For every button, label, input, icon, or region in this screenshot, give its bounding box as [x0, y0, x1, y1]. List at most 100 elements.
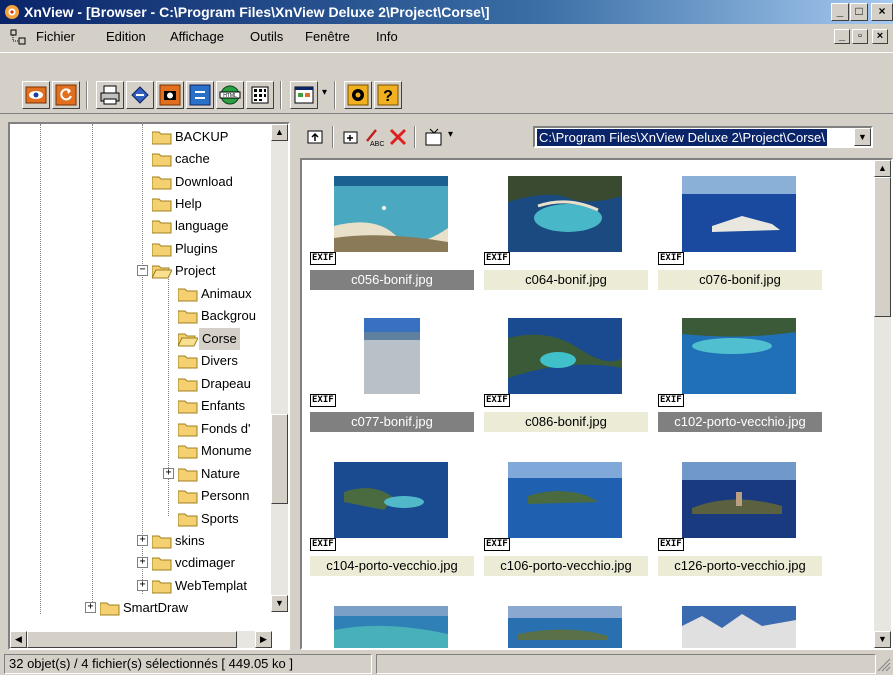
tree-expand-skins[interactable]: +	[137, 535, 148, 546]
menu-affichage[interactable]: Affichage	[170, 24, 224, 50]
folder-icon	[152, 243, 172, 257]
tree-guide	[92, 124, 93, 604]
thumbnail-filename: c086-bonif.jpg	[484, 412, 648, 432]
browser-child-icon[interactable]	[10, 29, 26, 45]
tree-collapse-project[interactable]: −	[137, 265, 148, 276]
tree-expand-vcdimager[interactable]: +	[137, 557, 148, 568]
select-dropdown-arrow[interactable]: ▾	[448, 129, 453, 140]
main-toolbar: HTML ▾ ?	[0, 52, 893, 114]
menu-edition[interactable]: Edition	[106, 24, 146, 50]
folder-icon	[178, 288, 198, 302]
tree-scroll-thumb[interactable]	[271, 414, 288, 504]
exif-badge: EXIF	[484, 538, 510, 551]
capture-button[interactable]	[156, 81, 184, 109]
child-restore-button[interactable]: ▫	[852, 29, 868, 44]
path-dropdown-arrow-icon[interactable]: ▼	[854, 128, 871, 146]
child-close-button[interactable]: ×	[872, 29, 888, 44]
thumbnail-view[interactable]: EXIF c056-bonif.jpg EXIF c064-bonif.jpg …	[300, 158, 893, 650]
thumbnail-filename: c102-porto-vecchio.jpg	[658, 412, 822, 432]
thumbnail-item[interactable]: EXIF c126-porto-vecchio.jpg	[658, 462, 826, 600]
title-bar: XnView - [Browser - C:\Program Files\XnV…	[0, 0, 893, 24]
thumbnail-item[interactable]: EXIF c064-bonif.jpg	[484, 176, 652, 314]
options-button[interactable]	[344, 81, 372, 109]
svg-text:?: ?	[383, 88, 393, 105]
folder-up-icon[interactable]	[306, 128, 324, 146]
thumbnail-filename: c056-bonif.jpg	[310, 270, 474, 290]
thumbnail-item[interactable]: EXIF c104-porto-vecchio.jpg	[310, 462, 478, 600]
tree-vertical-scrollbar[interactable]: ▲ ▼	[271, 124, 288, 612]
help-button[interactable]: ?	[374, 81, 402, 109]
contact-sheet-button[interactable]	[246, 81, 274, 109]
scroll-down-arrow-icon[interactable]: ▼	[874, 631, 891, 648]
menu-fichier[interactable]: Fichier	[36, 24, 75, 50]
slideshow-button[interactable]	[290, 81, 318, 109]
minimize-button[interactable]: _	[831, 3, 849, 21]
rename-icon[interactable]: ABC	[364, 127, 384, 147]
thumbnail-item[interactable]: EXIF c076-bonif.jpg	[658, 176, 826, 314]
refresh-button[interactable]	[52, 81, 80, 109]
tree-horizontal-scrollbar[interactable]: ◀ ▶	[10, 631, 272, 648]
thumbnail-item[interactable]: EXIF c102-porto-vecchio.jpg	[658, 318, 826, 456]
status-selection-info: 32 objet(s) / 4 fichier(s) sélectionnés …	[4, 654, 372, 674]
print-button[interactable]	[96, 81, 124, 109]
capture-icon	[159, 84, 181, 106]
folder-icon	[178, 310, 198, 324]
thumbnail-item[interactable]: EXIF c086-bonif.jpg	[484, 318, 652, 456]
folder-tree[interactable]: BACKUP cache Download Help language Plug…	[8, 122, 290, 650]
scroll-down-arrow-icon[interactable]: ▼	[271, 595, 288, 612]
thumbnail-filename: c076-bonif.jpg	[658, 270, 822, 290]
child-minimize-button[interactable]: _	[834, 29, 850, 44]
tree-expand-webtemplates[interactable]: +	[137, 580, 148, 591]
options-icon	[347, 84, 369, 106]
tree-guide	[142, 124, 143, 594]
convert-button[interactable]	[186, 81, 214, 109]
tree-expand-nature[interactable]: +	[163, 468, 174, 479]
browse-icon	[25, 86, 47, 104]
new-folder-icon[interactable]	[342, 128, 360, 146]
thumbnail-item[interactable]: EXIF c106-porto-vecchio.jpg	[484, 462, 652, 600]
exif-badge: EXIF	[484, 394, 510, 407]
close-button[interactable]: ×	[871, 3, 893, 21]
slideshow-dropdown-arrow[interactable]: ▾	[322, 87, 327, 98]
thumbnail-vertical-scrollbar[interactable]: ▲ ▼	[874, 160, 891, 648]
toolbar-separator	[414, 126, 416, 148]
scan-button[interactable]	[126, 81, 154, 109]
help-icon: ?	[377, 84, 399, 106]
folder-icon	[152, 535, 172, 549]
thumbnail-item[interactable]: EXIF c077-bonif.jpg	[310, 318, 478, 456]
menu-bar: Fichier Edition Affichage Outils Fenêtre…	[0, 24, 893, 50]
folder-icon	[152, 176, 172, 190]
thumbnail-image	[682, 176, 796, 252]
menu-info[interactable]: Info	[376, 24, 398, 50]
folder-icon	[152, 580, 172, 594]
thumbnail-image-partial[interactable]	[682, 606, 796, 650]
folder-icon	[178, 513, 198, 527]
path-combobox[interactable]: C:\Program Files\XnView Deluxe 2\Project…	[533, 126, 873, 148]
scroll-left-arrow-icon[interactable]: ◀	[10, 631, 27, 648]
thumbnail-image-partial[interactable]	[334, 606, 448, 650]
tree-hscroll-thumb[interactable]	[27, 631, 237, 648]
toolbar-separator	[334, 81, 336, 109]
thumbnail-filename: c064-bonif.jpg	[484, 270, 648, 290]
exif-badge: EXIF	[658, 538, 684, 551]
slideshow-icon	[294, 86, 314, 104]
scroll-right-arrow-icon[interactable]: ▶	[255, 631, 272, 648]
thumbnail-image-partial[interactable]	[508, 606, 622, 650]
menu-fenetre[interactable]: Fenêtre	[305, 24, 350, 50]
delete-icon[interactable]	[388, 127, 408, 147]
maximize-button[interactable]: □	[850, 3, 868, 21]
menu-outils[interactable]: Outils	[250, 24, 283, 50]
resize-grip-icon[interactable]	[877, 658, 891, 672]
tree-guide	[40, 124, 41, 614]
tree-expand-smartdraw[interactable]: +	[85, 602, 96, 613]
select-icon[interactable]	[424, 127, 444, 147]
scroll-up-arrow-icon[interactable]: ▲	[271, 124, 288, 141]
exif-badge: EXIF	[658, 394, 684, 407]
scroll-up-arrow-icon[interactable]: ▲	[874, 160, 891, 177]
html-button[interactable]: HTML	[216, 81, 244, 109]
thumbnail-scroll-thumb[interactable]	[874, 177, 891, 317]
xnview-app-icon	[5, 5, 19, 19]
browse-button[interactable]	[22, 81, 50, 109]
exif-badge: EXIF	[658, 252, 684, 265]
thumbnail-item[interactable]: EXIF c056-bonif.jpg	[310, 176, 478, 314]
